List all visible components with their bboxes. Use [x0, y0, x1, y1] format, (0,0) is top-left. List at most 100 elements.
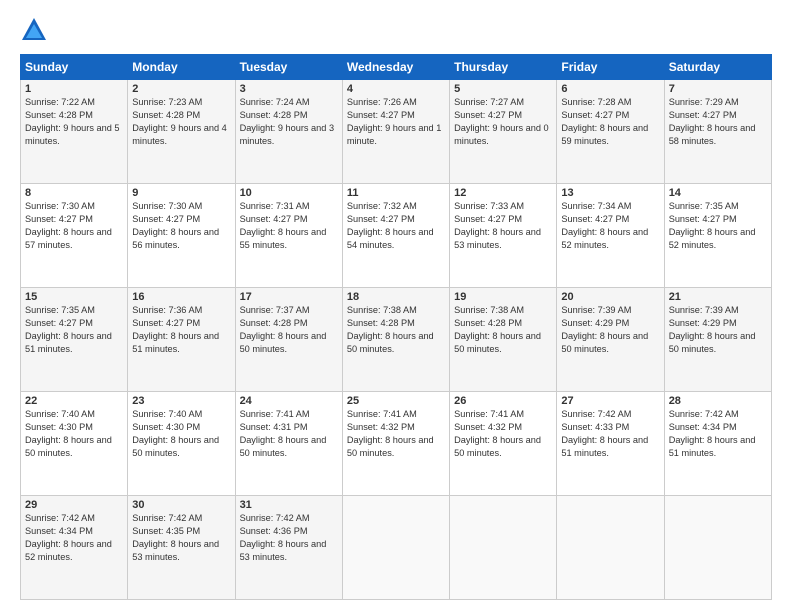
calendar-cell: 21Sunrise: 7:39 AMSunset: 4:29 PMDayligh… [664, 288, 771, 392]
calendar-cell: 18Sunrise: 7:38 AMSunset: 4:28 PMDayligh… [342, 288, 449, 392]
calendar-cell: 10Sunrise: 7:31 AMSunset: 4:27 PMDayligh… [235, 184, 342, 288]
calendar-cell: 9Sunrise: 7:30 AMSunset: 4:27 PMDaylight… [128, 184, 235, 288]
day-number: 14 [669, 187, 767, 199]
calendar-cell: 8Sunrise: 7:30 AMSunset: 4:27 PMDaylight… [21, 184, 128, 288]
calendar-week-row: 8Sunrise: 7:30 AMSunset: 4:27 PMDaylight… [21, 184, 772, 288]
day-number: 22 [25, 395, 123, 407]
calendar-cell: 13Sunrise: 7:34 AMSunset: 4:27 PMDayligh… [557, 184, 664, 288]
day-number: 16 [132, 291, 230, 303]
day-number: 12 [454, 187, 552, 199]
weekday-header: Sunday [21, 55, 128, 80]
day-info: Sunrise: 7:27 AMSunset: 4:27 PMDaylight:… [454, 96, 552, 148]
day-number: 7 [669, 83, 767, 95]
day-number: 26 [454, 395, 552, 407]
logo [20, 16, 52, 44]
page: SundayMondayTuesdayWednesdayThursdayFrid… [0, 0, 792, 612]
calendar-cell: 24Sunrise: 7:41 AMSunset: 4:31 PMDayligh… [235, 392, 342, 496]
calendar-cell: 25Sunrise: 7:41 AMSunset: 4:32 PMDayligh… [342, 392, 449, 496]
calendar-cell: 6Sunrise: 7:28 AMSunset: 4:27 PMDaylight… [557, 80, 664, 184]
calendar-cell [557, 496, 664, 600]
weekday-header: Thursday [450, 55, 557, 80]
calendar-cell [664, 496, 771, 600]
day-info: Sunrise: 7:36 AMSunset: 4:27 PMDaylight:… [132, 304, 230, 356]
weekday-header: Wednesday [342, 55, 449, 80]
day-info: Sunrise: 7:42 AMSunset: 4:35 PMDaylight:… [132, 512, 230, 564]
day-info: Sunrise: 7:22 AMSunset: 4:28 PMDaylight:… [25, 96, 123, 148]
day-info: Sunrise: 7:38 AMSunset: 4:28 PMDaylight:… [454, 304, 552, 356]
day-info: Sunrise: 7:42 AMSunset: 4:33 PMDaylight:… [561, 408, 659, 460]
calendar-cell: 20Sunrise: 7:39 AMSunset: 4:29 PMDayligh… [557, 288, 664, 392]
day-info: Sunrise: 7:40 AMSunset: 4:30 PMDaylight:… [132, 408, 230, 460]
calendar-cell: 22Sunrise: 7:40 AMSunset: 4:30 PMDayligh… [21, 392, 128, 496]
day-number: 19 [454, 291, 552, 303]
calendar-week-row: 1Sunrise: 7:22 AMSunset: 4:28 PMDaylight… [21, 80, 772, 184]
day-info: Sunrise: 7:42 AMSunset: 4:36 PMDaylight:… [240, 512, 338, 564]
day-number: 3 [240, 83, 338, 95]
weekday-header: Tuesday [235, 55, 342, 80]
day-info: Sunrise: 7:30 AMSunset: 4:27 PMDaylight:… [132, 200, 230, 252]
calendar-cell: 31Sunrise: 7:42 AMSunset: 4:36 PMDayligh… [235, 496, 342, 600]
calendar-cell: 7Sunrise: 7:29 AMSunset: 4:27 PMDaylight… [664, 80, 771, 184]
calendar-week-row: 29Sunrise: 7:42 AMSunset: 4:34 PMDayligh… [21, 496, 772, 600]
weekday-header: Friday [557, 55, 664, 80]
day-number: 30 [132, 499, 230, 511]
day-number: 2 [132, 83, 230, 95]
day-info: Sunrise: 7:28 AMSunset: 4:27 PMDaylight:… [561, 96, 659, 148]
day-number: 17 [240, 291, 338, 303]
day-number: 13 [561, 187, 659, 199]
day-number: 25 [347, 395, 445, 407]
day-info: Sunrise: 7:34 AMSunset: 4:27 PMDaylight:… [561, 200, 659, 252]
header [20, 16, 772, 44]
calendar-cell: 23Sunrise: 7:40 AMSunset: 4:30 PMDayligh… [128, 392, 235, 496]
day-info: Sunrise: 7:39 AMSunset: 4:29 PMDaylight:… [561, 304, 659, 356]
day-number: 6 [561, 83, 659, 95]
weekday-header: Monday [128, 55, 235, 80]
calendar-cell: 26Sunrise: 7:41 AMSunset: 4:32 PMDayligh… [450, 392, 557, 496]
calendar-cell: 4Sunrise: 7:26 AMSunset: 4:27 PMDaylight… [342, 80, 449, 184]
day-info: Sunrise: 7:29 AMSunset: 4:27 PMDaylight:… [669, 96, 767, 148]
calendar-cell: 11Sunrise: 7:32 AMSunset: 4:27 PMDayligh… [342, 184, 449, 288]
day-info: Sunrise: 7:40 AMSunset: 4:30 PMDaylight:… [25, 408, 123, 460]
calendar-cell [450, 496, 557, 600]
day-number: 11 [347, 187, 445, 199]
weekday-header: Saturday [664, 55, 771, 80]
day-number: 24 [240, 395, 338, 407]
day-number: 27 [561, 395, 659, 407]
calendar-cell [342, 496, 449, 600]
calendar-header-row: SundayMondayTuesdayWednesdayThursdayFrid… [21, 55, 772, 80]
day-info: Sunrise: 7:41 AMSunset: 4:31 PMDaylight:… [240, 408, 338, 460]
day-info: Sunrise: 7:26 AMSunset: 4:27 PMDaylight:… [347, 96, 445, 148]
calendar-cell: 16Sunrise: 7:36 AMSunset: 4:27 PMDayligh… [128, 288, 235, 392]
day-info: Sunrise: 7:41 AMSunset: 4:32 PMDaylight:… [454, 408, 552, 460]
day-number: 15 [25, 291, 123, 303]
calendar-cell: 27Sunrise: 7:42 AMSunset: 4:33 PMDayligh… [557, 392, 664, 496]
calendar-cell: 3Sunrise: 7:24 AMSunset: 4:28 PMDaylight… [235, 80, 342, 184]
calendar-cell: 19Sunrise: 7:38 AMSunset: 4:28 PMDayligh… [450, 288, 557, 392]
day-info: Sunrise: 7:35 AMSunset: 4:27 PMDaylight:… [669, 200, 767, 252]
day-info: Sunrise: 7:42 AMSunset: 4:34 PMDaylight:… [25, 512, 123, 564]
calendar-cell: 15Sunrise: 7:35 AMSunset: 4:27 PMDayligh… [21, 288, 128, 392]
day-info: Sunrise: 7:42 AMSunset: 4:34 PMDaylight:… [669, 408, 767, 460]
day-number: 18 [347, 291, 445, 303]
day-info: Sunrise: 7:41 AMSunset: 4:32 PMDaylight:… [347, 408, 445, 460]
calendar-cell: 5Sunrise: 7:27 AMSunset: 4:27 PMDaylight… [450, 80, 557, 184]
calendar-cell: 2Sunrise: 7:23 AMSunset: 4:28 PMDaylight… [128, 80, 235, 184]
day-number: 5 [454, 83, 552, 95]
calendar-table: SundayMondayTuesdayWednesdayThursdayFrid… [20, 54, 772, 600]
day-number: 21 [669, 291, 767, 303]
day-number: 4 [347, 83, 445, 95]
day-info: Sunrise: 7:30 AMSunset: 4:27 PMDaylight:… [25, 200, 123, 252]
day-number: 8 [25, 187, 123, 199]
day-number: 29 [25, 499, 123, 511]
calendar-week-row: 15Sunrise: 7:35 AMSunset: 4:27 PMDayligh… [21, 288, 772, 392]
day-info: Sunrise: 7:32 AMSunset: 4:27 PMDaylight:… [347, 200, 445, 252]
day-info: Sunrise: 7:37 AMSunset: 4:28 PMDaylight:… [240, 304, 338, 356]
logo-icon [20, 16, 48, 44]
calendar-cell: 30Sunrise: 7:42 AMSunset: 4:35 PMDayligh… [128, 496, 235, 600]
day-info: Sunrise: 7:33 AMSunset: 4:27 PMDaylight:… [454, 200, 552, 252]
day-number: 10 [240, 187, 338, 199]
day-info: Sunrise: 7:39 AMSunset: 4:29 PMDaylight:… [669, 304, 767, 356]
day-number: 9 [132, 187, 230, 199]
calendar-cell: 12Sunrise: 7:33 AMSunset: 4:27 PMDayligh… [450, 184, 557, 288]
calendar-cell: 17Sunrise: 7:37 AMSunset: 4:28 PMDayligh… [235, 288, 342, 392]
